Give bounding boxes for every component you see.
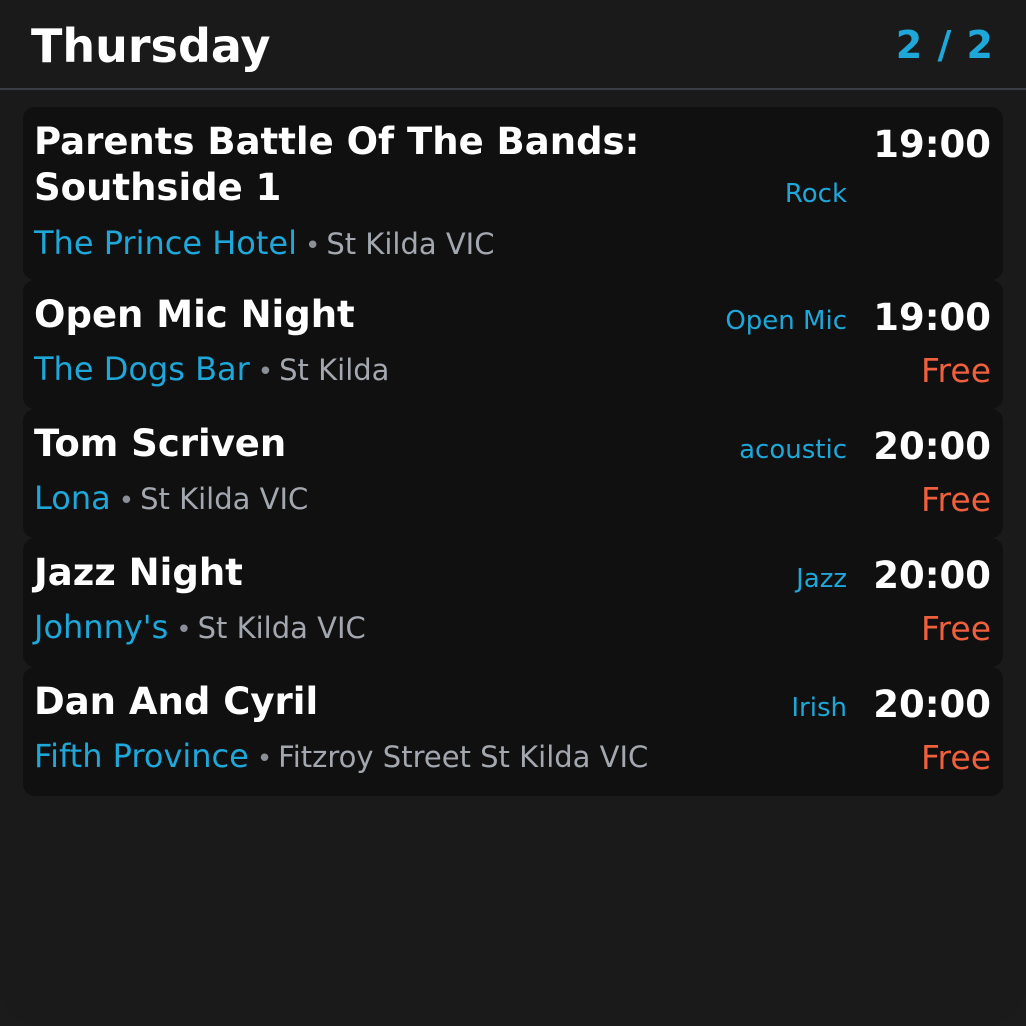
event-time: 19:00 xyxy=(873,123,991,166)
event-genre: Irish xyxy=(791,693,847,723)
event-time: 20:00 xyxy=(873,554,991,597)
separator-dot: • xyxy=(304,231,321,261)
event-title: Open Mic Night xyxy=(34,293,355,336)
event-genre: Jazz xyxy=(796,564,847,594)
event-genre: Open Mic xyxy=(725,306,847,336)
event-title: Jazz Night xyxy=(34,551,243,594)
separator-dot: • xyxy=(257,357,274,387)
day-title: Thursday xyxy=(31,19,271,73)
event-venue[interactable]: The Dogs Bar xyxy=(34,350,250,388)
event-venue[interactable]: Lona xyxy=(34,479,111,517)
event-card[interactable]: Dan And Cyril Irish 20:00 Free Fifth Pro… xyxy=(23,667,1003,796)
separator-dot: • xyxy=(176,615,192,645)
event-location: St Kilda xyxy=(279,353,390,387)
page-indicator: 2 / 2 xyxy=(895,23,994,67)
event-card[interactable]: Jazz Night Jazz 20:00 Free Johnny's • St K… xyxy=(23,538,1003,667)
event-price: Free xyxy=(920,738,991,777)
event-venue[interactable]: Fifth Province xyxy=(34,737,249,775)
separator-dot: • xyxy=(118,486,135,516)
event-list: Parents Battle Of The Bands: Southside 1… xyxy=(23,107,1003,796)
event-title: Parents Battle Of The Bands: Southside 1 xyxy=(34,120,640,209)
event-genre: Rock xyxy=(784,179,847,209)
day-header: Thursday 2 / 2 xyxy=(0,0,1026,90)
event-time: 19:00 xyxy=(873,296,991,339)
event-location: St Kilda VIC xyxy=(140,482,309,516)
event-title: Tom Scriven xyxy=(34,422,287,465)
event-time: 20:00 xyxy=(873,683,991,726)
event-card[interactable]: Open Mic Night Open Mic 19:00 Free The D… xyxy=(23,280,1003,409)
event-card[interactable]: Tom Scriven acoustic 20:00 Free Lona • St … xyxy=(23,409,1003,538)
event-price: Free xyxy=(920,609,991,648)
event-venue-line: The Dogs Bar • St Kilda xyxy=(34,349,389,392)
event-title: Dan And Cyril xyxy=(34,680,319,723)
event-venue[interactable]: Johnny's xyxy=(34,608,168,646)
events-screen: Thursday 2 / 2 Parents Battle Of The Ban… xyxy=(0,0,1026,1026)
event-venue-line: Fifth Province • Fitzroy Street St Kilda V… xyxy=(34,736,648,779)
event-location: Fitzroy Street St Kilda VIC xyxy=(278,740,649,774)
event-venue[interactable]: The Prince Hotel xyxy=(34,224,297,262)
event-price: Free xyxy=(920,480,991,519)
separator-dot: • xyxy=(256,744,273,774)
event-venue-line: The Prince Hotel • St Kilda VIC xyxy=(34,223,494,266)
event-location: St Kilda VIC xyxy=(197,611,366,645)
event-price: Free xyxy=(920,351,991,390)
event-venue-line: Johnny's • St Kilda VIC xyxy=(34,607,366,650)
event-location: St Kilda VIC xyxy=(326,227,495,261)
event-genre: acoustic xyxy=(739,435,847,465)
event-time: 20:00 xyxy=(873,425,991,468)
event-card[interactable]: Parents Battle Of The Bands: Southside 1… xyxy=(23,107,1003,280)
event-venue-line: Lona • St Kilda VIC xyxy=(34,478,308,521)
